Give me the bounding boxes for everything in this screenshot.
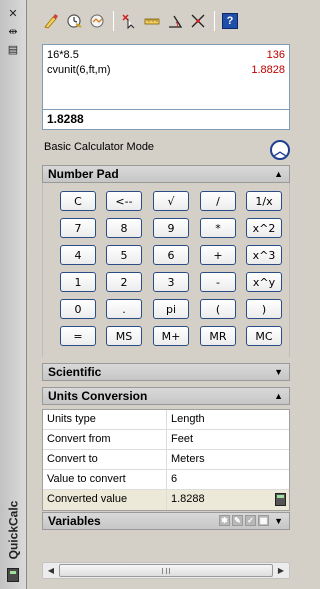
value-to-convert-field[interactable]: 6 xyxy=(167,470,289,489)
section-title: Scientific xyxy=(48,365,102,379)
convert-from-value[interactable]: Feet xyxy=(167,430,289,449)
key-button[interactable]: M+ xyxy=(153,326,189,346)
toolbar-separator xyxy=(113,11,114,31)
scroll-right-icon[interactable]: ▶ xyxy=(274,564,288,577)
scroll-left-icon[interactable]: ◀ xyxy=(44,564,58,577)
return-variable-icon[interactable]: ▦ xyxy=(258,515,269,526)
key-button[interactable]: + xyxy=(200,245,236,265)
key-button[interactable]: ) xyxy=(246,299,282,319)
palette-title-strip: ✕ ⇹ ▤ QuickCalc xyxy=(0,0,27,589)
expand-arrow-icon: ▼ xyxy=(274,516,283,526)
key-button[interactable]: pi xyxy=(153,299,189,319)
collapse-arrow-icon: ▲ xyxy=(274,169,283,179)
key-button[interactable]: * xyxy=(200,218,236,238)
key-button[interactable]: x^2 xyxy=(246,218,282,238)
key-button[interactable]: 6 xyxy=(153,245,189,265)
clear-icon[interactable] xyxy=(40,10,62,32)
units-conversion-header[interactable]: Units Conversion ▲ xyxy=(42,387,290,405)
section-title: Number Pad xyxy=(48,167,119,181)
key-button[interactable]: ( xyxy=(200,299,236,319)
key-button[interactable]: - xyxy=(200,272,236,292)
key-button[interactable]: 2 xyxy=(106,272,142,292)
key-button[interactable]: 1 xyxy=(60,272,96,292)
edit-variable-icon[interactable]: ✎ xyxy=(232,515,243,526)
history-expression: cvunit(6,ft,m) xyxy=(47,64,111,76)
key-button[interactable]: MR xyxy=(200,326,236,346)
key-button[interactable]: 1/x xyxy=(246,191,282,211)
scientific-header[interactable]: Scientific ▼ xyxy=(42,363,290,381)
converted-value-cell: 1.8288 xyxy=(167,490,289,510)
expression-input[interactable]: 1.8288 xyxy=(42,109,290,130)
units-label: Value to convert xyxy=(43,470,167,489)
new-variable-icon[interactable]: ✱ xyxy=(219,515,230,526)
units-row-value[interactable]: Value to convert 6 xyxy=(43,470,289,490)
key-button[interactable]: 3 xyxy=(153,272,189,292)
angle-icon[interactable] xyxy=(164,10,186,32)
units-label: Convert to xyxy=(43,450,167,469)
section-title: Variables xyxy=(48,514,101,528)
palette-title: QuickCalc xyxy=(6,500,21,560)
units-type-value[interactable]: Length xyxy=(167,410,289,429)
number-pad-header[interactable]: Number Pad ▲ xyxy=(42,165,290,183)
get-coordinates-icon[interactable] xyxy=(118,10,140,32)
intersection-icon[interactable] xyxy=(187,10,209,32)
quickcalc-panel: ? 16*8.5 136 cvunit(6,ft,m) 1.8828 1.828… xyxy=(32,6,302,584)
help-icon[interactable]: ? xyxy=(219,10,241,32)
key-button[interactable]: 7 xyxy=(60,218,96,238)
close-icon[interactable]: ✕ xyxy=(5,6,21,20)
units-row-to[interactable]: Convert to Meters xyxy=(43,450,289,470)
key-button[interactable]: 8 xyxy=(106,218,142,238)
collapse-chevron-up-icon[interactable]: ︿ xyxy=(270,140,290,160)
section-title: Units Conversion xyxy=(48,389,148,403)
key-button[interactable]: √ xyxy=(153,191,189,211)
history-expression: 16*8.5 xyxy=(47,49,79,61)
history-row[interactable]: 16*8.5 136 xyxy=(47,48,285,63)
collapse-arrow-icon: ▲ xyxy=(274,391,283,401)
units-conversion-table: Units type Length Convert from Feet Conv… xyxy=(42,409,290,511)
history-result: 136 xyxy=(266,49,285,61)
units-row-converted: Converted value 1.8288 xyxy=(43,490,289,510)
key-button[interactable]: 9 xyxy=(153,218,189,238)
key-button[interactable]: = xyxy=(60,326,96,346)
key-button[interactable]: x^3 xyxy=(246,245,282,265)
history-row[interactable]: cvunit(6,ft,m) 1.8828 xyxy=(47,63,285,78)
converted-value: 1.8288 xyxy=(171,493,205,505)
key-button[interactable]: MC xyxy=(246,326,282,346)
units-row-from[interactable]: Convert from Feet xyxy=(43,430,289,450)
calculator-icon xyxy=(7,568,19,582)
expand-arrow-icon: ▼ xyxy=(274,367,283,377)
key-button[interactable]: x^y xyxy=(246,272,282,292)
auto-hide-icon[interactable]: ⇹ xyxy=(5,24,21,38)
properties-icon[interactable]: ▤ xyxy=(5,42,21,56)
variables-toolbar: ✱ ✎ ✓ ▦ xyxy=(217,515,269,526)
convert-to-value[interactable]: Meters xyxy=(167,450,289,469)
key-button[interactable]: <-- xyxy=(106,191,142,211)
key-button[interactable]: 4 xyxy=(60,245,96,265)
return-to-calculator-icon[interactable] xyxy=(275,493,286,506)
toolbar: ? xyxy=(40,8,290,34)
key-button[interactable]: MS xyxy=(106,326,142,346)
key-button[interactable]: / xyxy=(200,191,236,211)
delete-variable-icon[interactable]: ✓ xyxy=(245,515,256,526)
key-button[interactable]: C xyxy=(60,191,96,211)
horizontal-scrollbar[interactable]: ◀ ▶ xyxy=(42,562,290,579)
toolbar-separator xyxy=(214,11,215,31)
key-button[interactable]: . xyxy=(106,299,142,319)
history-area[interactable]: 16*8.5 136 cvunit(6,ft,m) 1.8828 xyxy=(42,44,290,111)
grip-icon xyxy=(162,568,170,574)
key-button[interactable]: 5 xyxy=(106,245,142,265)
units-label: Converted value xyxy=(43,490,167,510)
history-result: 1.8828 xyxy=(251,64,285,76)
paste-value-icon[interactable] xyxy=(86,10,108,32)
units-row-type[interactable]: Units type Length xyxy=(43,410,289,430)
clear-history-icon[interactable] xyxy=(63,10,85,32)
variables-header[interactable]: Variables ✱ ✎ ✓ ▦ ▼ xyxy=(42,512,290,530)
key-button[interactable]: 0 xyxy=(60,299,96,319)
units-label: Convert from xyxy=(43,430,167,449)
scrollbar-thumb[interactable] xyxy=(59,564,273,577)
units-label: Units type xyxy=(43,410,167,429)
distance-icon[interactable] xyxy=(141,10,163,32)
mode-label: Basic Calculator Mode xyxy=(44,141,155,153)
number-pad: C <-- √ / 1/x 7 8 9 * x^2 4 5 6 + x^3 1 2 3- x^y 0. pi () = MS M… xyxy=(42,183,290,357)
